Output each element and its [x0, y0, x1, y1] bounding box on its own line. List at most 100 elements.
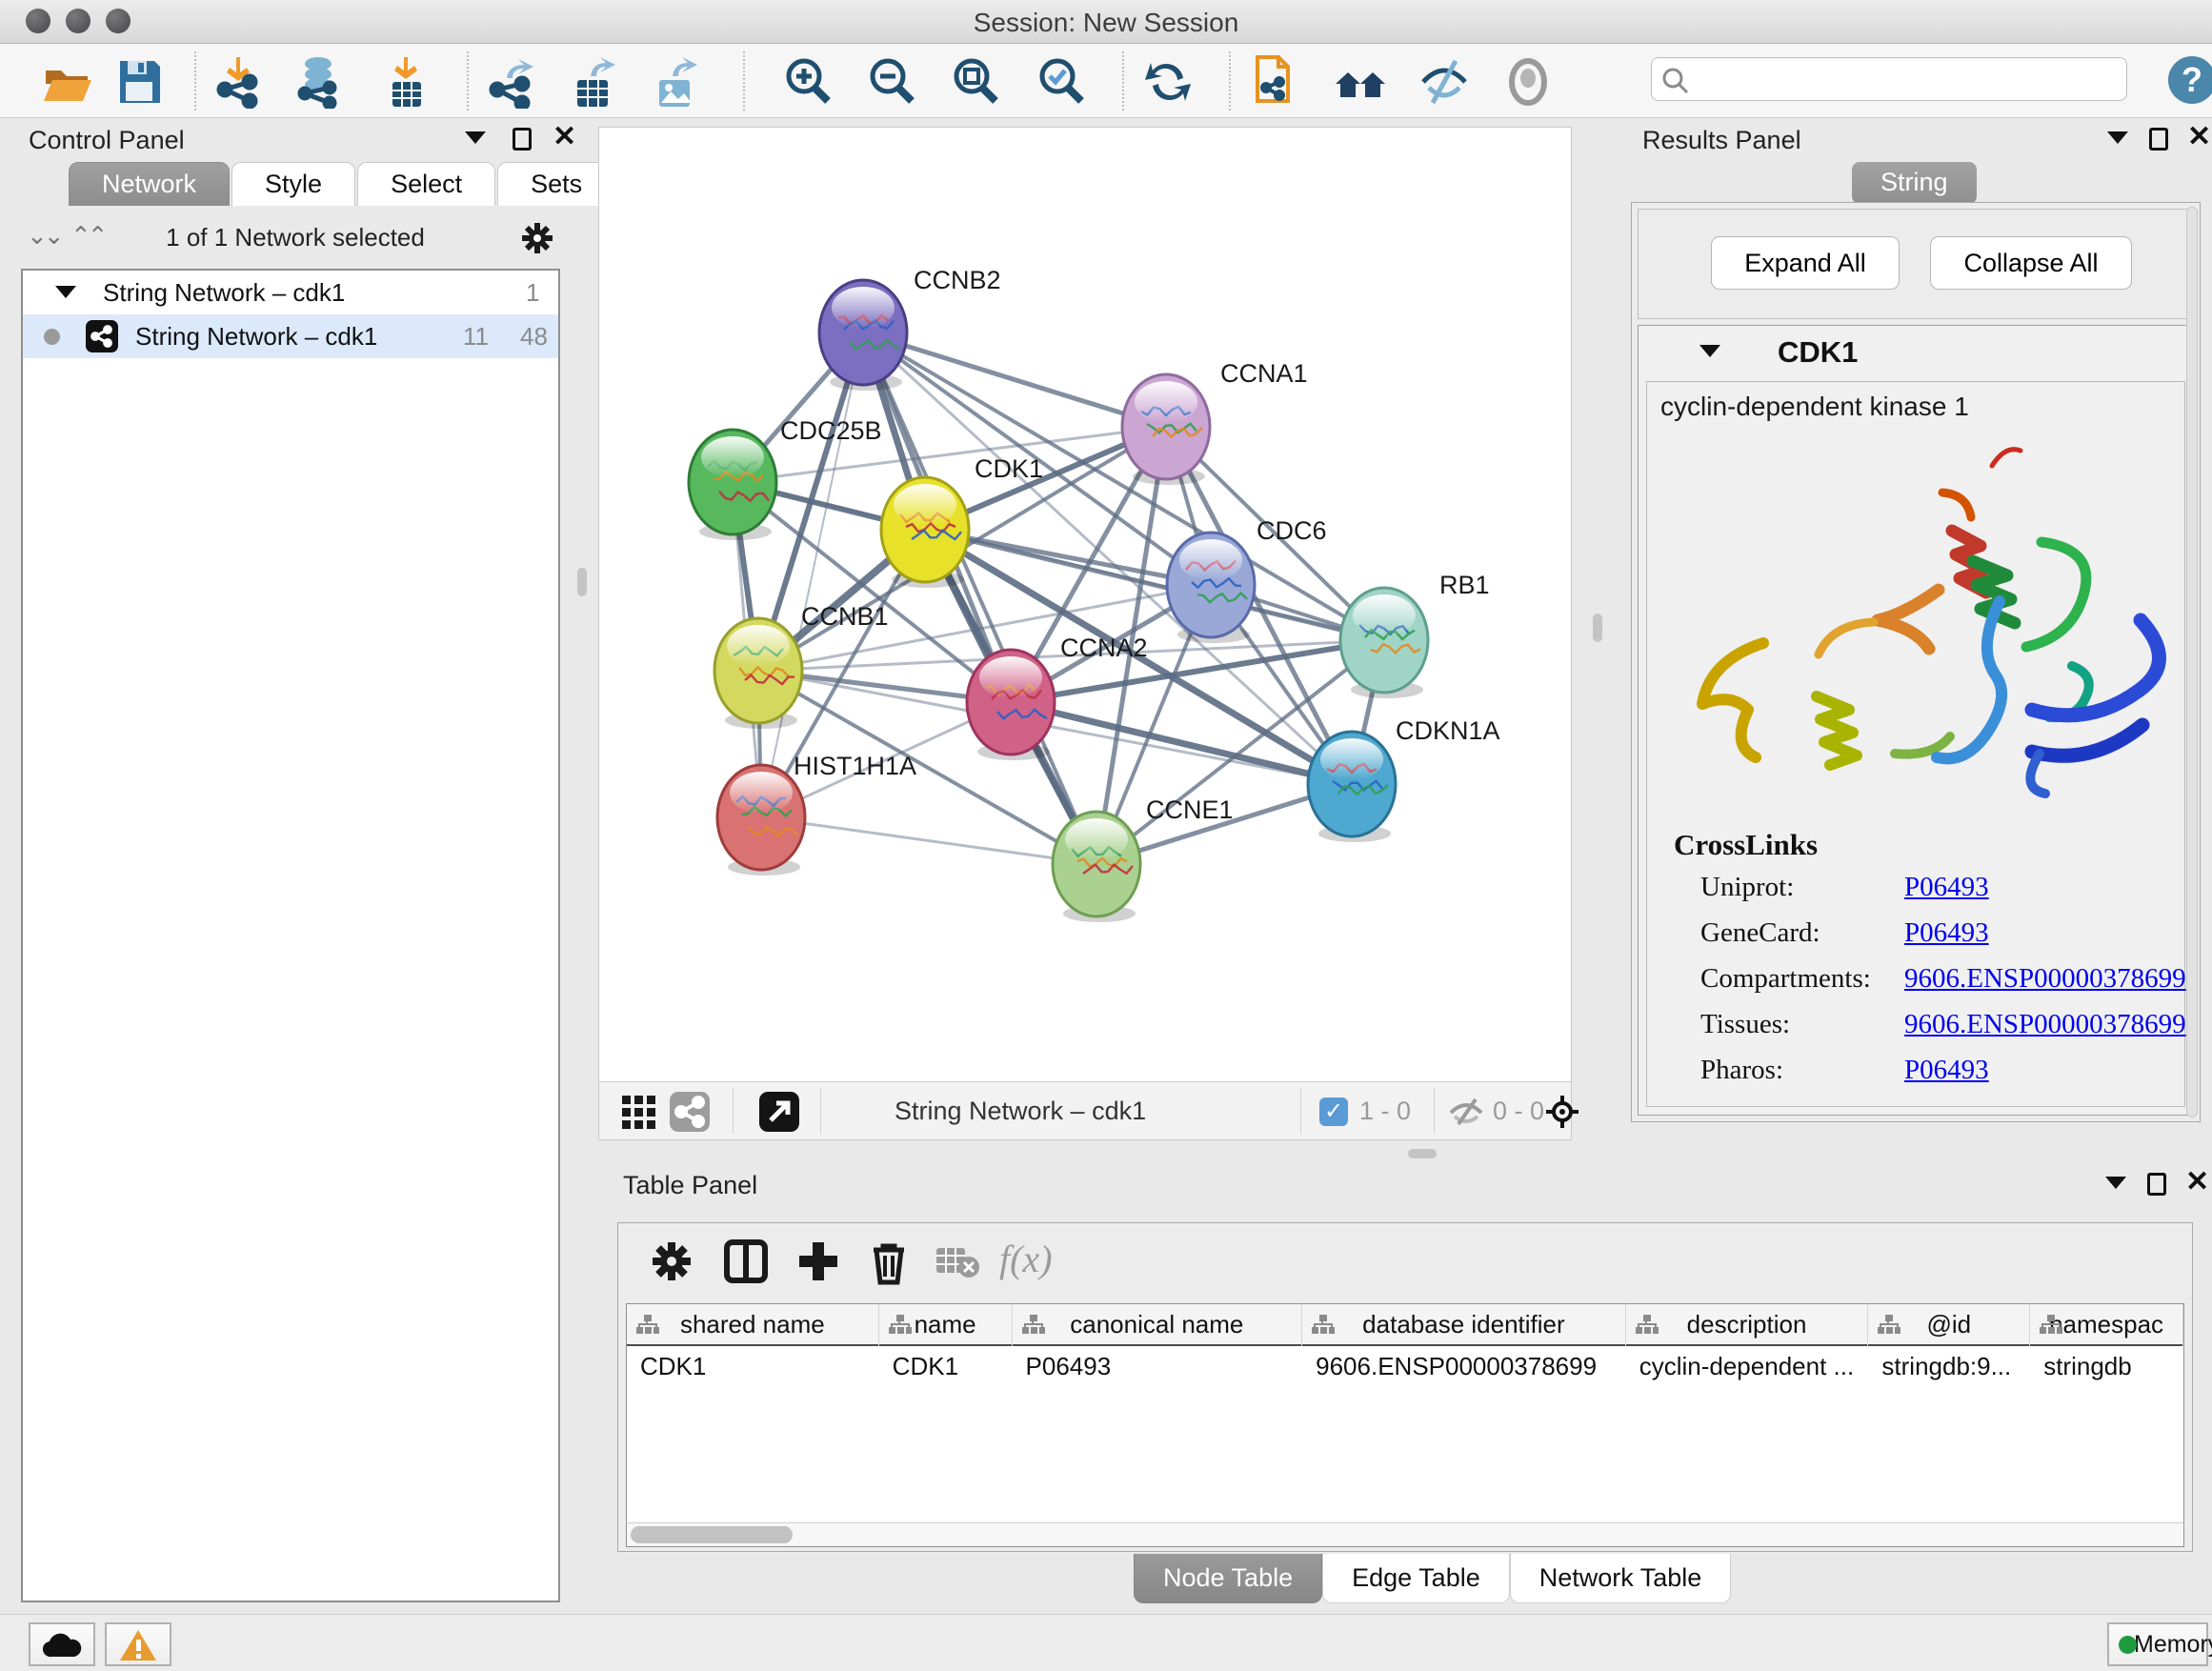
selected-items-checkbox[interactable]: ✓ — [1319, 1097, 1348, 1126]
column-header--id[interactable]: @id — [1868, 1304, 2030, 1346]
network-options-gear-icon[interactable] — [518, 219, 556, 257]
scrollbar-thumb[interactable] — [631, 1526, 793, 1543]
edge-CCNB2-CCNA1[interactable] — [863, 332, 1166, 427]
delete-column-icon[interactable] — [864, 1237, 914, 1286]
grid-view-icon[interactable] — [620, 1094, 658, 1132]
column-header-name[interactable]: name — [879, 1304, 1013, 1346]
column-header-shared-name[interactable]: shared name — [627, 1304, 879, 1346]
table-horizontal-scrollbar[interactable] — [626, 1522, 2184, 1547]
tab-style[interactable]: Style — [231, 162, 355, 206]
node-RB1[interactable] — [1340, 588, 1428, 698]
birds-eye-view-icon[interactable] — [670, 1092, 710, 1132]
refresh-icon[interactable] — [1141, 55, 1195, 109]
table-panel-menu-icon[interactable] — [2105, 1177, 2126, 1189]
export-network-icon[interactable] — [484, 55, 537, 109]
right-splitter-handle[interactable] — [1593, 614, 1602, 642]
tab-node-table[interactable]: Node Table — [1134, 1554, 1322, 1603]
node-CCNB2[interactable] — [819, 280, 907, 391]
crosslink-value-link[interactable]: P06493 — [1904, 872, 1989, 903]
tab-select[interactable]: Select — [357, 162, 495, 206]
tab-network-table[interactable]: Network Table — [1510, 1554, 1732, 1603]
crosslink-value-link[interactable]: 9606.ENSP00000378699 — [1904, 1009, 2186, 1040]
node-CCNE1[interactable] — [1053, 812, 1140, 922]
table-cell[interactable]: stringdb — [2030, 1346, 2183, 1388]
expand-all-networks-icon[interactable]: ⌄⌄ — [27, 221, 61, 251]
node-CDK1[interactable] — [881, 477, 969, 588]
crosslink-value-link[interactable]: 9606.ENSP00000378699 — [1904, 963, 2186, 995]
table-row[interactable]: CDK1CDK1P064939606.ENSP00000378699cyclin… — [627, 1346, 2183, 1388]
results-panel-close-icon[interactable]: ✕ — [2187, 126, 2211, 149]
zoom-fit-icon[interactable] — [949, 55, 1002, 109]
help-button[interactable]: ? — [2168, 56, 2212, 104]
table-cell[interactable]: 9606.ENSP00000378699 — [1302, 1346, 1626, 1388]
tab-network[interactable]: Network — [69, 162, 230, 206]
table-panel-float-icon[interactable] — [2147, 1173, 2166, 1196]
memory-button[interactable]: Memory — [2107, 1622, 2208, 1666]
share-document-icon[interactable] — [1248, 55, 1301, 109]
control-panel-float-icon[interactable] — [513, 128, 532, 151]
collapse-all-button[interactable]: Collapse All — [1930, 236, 2132, 290]
function-builder-icon: f(x) — [999, 1237, 1053, 1281]
collapse-all-networks-icon[interactable]: ⌃⌃ — [70, 221, 105, 251]
table-options-gear-icon[interactable] — [647, 1237, 696, 1286]
zoom-in-icon[interactable] — [781, 55, 835, 109]
results-scrollbar[interactable] — [2186, 207, 2198, 1117]
show-all-icon[interactable] — [1501, 55, 1555, 109]
show-columns-icon[interactable] — [721, 1237, 771, 1286]
column-header-description[interactable]: description — [1626, 1304, 1869, 1346]
table-cell[interactable]: P06493 — [1013, 1346, 1303, 1388]
network-collection-row[interactable]: String Network – cdk1 1 — [23, 271, 558, 314]
export-image-icon[interactable] — [648, 55, 701, 109]
collection-expand-icon[interactable] — [55, 286, 76, 298]
left-splitter-handle[interactable] — [577, 568, 587, 596]
expand-all-button[interactable]: Expand All — [1711, 236, 1900, 290]
edge-CCNB2-CCNE1[interactable] — [863, 332, 1096, 864]
import-network-database-icon[interactable] — [292, 55, 345, 109]
crosslink-value-link[interactable]: P06493 — [1904, 917, 1989, 949]
table-cell[interactable]: CDK1 — [879, 1346, 1013, 1388]
column-header-namespac[interactable]: namespac — [2030, 1304, 2183, 1346]
hide-selected-icon[interactable] — [1418, 55, 1471, 109]
column-header-database-identifier[interactable]: database identifier — [1302, 1304, 1626, 1346]
table-cell[interactable]: stringdb:9... — [1868, 1346, 2030, 1388]
open-in-window-icon[interactable] — [759, 1092, 799, 1132]
table-panel-close-icon[interactable]: ✕ — [2185, 1171, 2209, 1194]
control-panel-close-icon[interactable]: ✕ — [553, 126, 576, 149]
network-canvas[interactable]: CCNB2CCNA1CDC25BCDK1CDC6RB1CCNB1CCNA2CDK… — [599, 128, 1571, 1080]
edge-HIST1H1A-CCNE1[interactable] — [761, 817, 1096, 864]
node-CCNA2[interactable] — [967, 650, 1055, 760]
cloud-button[interactable] — [29, 1622, 95, 1666]
node-result-collapse-icon[interactable] — [1699, 345, 1720, 357]
results-panel-menu-icon[interactable] — [2107, 131, 2128, 144]
warnings-button[interactable] — [105, 1622, 171, 1666]
results-panel-float-icon[interactable] — [2149, 128, 2168, 151]
node-CCNA1[interactable] — [1122, 374, 1210, 485]
tab-string[interactable]: String — [1852, 162, 1977, 204]
open-session-icon[interactable] — [40, 55, 93, 109]
import-network-file-icon[interactable] — [211, 55, 265, 109]
bottom-splitter-handle[interactable] — [1408, 1149, 1437, 1158]
export-table-icon[interactable] — [566, 55, 619, 109]
table-cell[interactable]: CDK1 — [627, 1346, 879, 1388]
column-header-canonical-name[interactable]: canonical name — [1013, 1304, 1303, 1346]
control-panel-menu-icon[interactable] — [465, 131, 486, 144]
node-result-header[interactable]: CDK1 — [1639, 326, 2193, 379]
zoom-out-icon[interactable] — [865, 55, 918, 109]
node-CDKN1A[interactable] — [1308, 732, 1396, 842]
zoom-selected-icon[interactable] — [1035, 55, 1088, 109]
network-row[interactable]: String Network – cdk1 11 48 — [23, 314, 558, 358]
node-CCNB1[interactable] — [714, 618, 802, 729]
tab-edge-table[interactable]: Edge Table — [1322, 1554, 1510, 1603]
crosslink-value-link[interactable]: P06493 — [1904, 1055, 1989, 1086]
node-HIST1H1A[interactable] — [717, 765, 805, 876]
node-table[interactable]: shared namenamecanonical namedatabase id… — [626, 1303, 2184, 1522]
add-column-icon[interactable] — [794, 1237, 843, 1286]
save-session-icon[interactable] — [112, 55, 166, 109]
import-table-file-icon[interactable] — [379, 55, 432, 109]
search-field[interactable] — [1651, 57, 2127, 101]
search-input[interactable] — [1696, 62, 2115, 96]
homes-icon[interactable] — [1334, 55, 1387, 109]
node-CDC25B[interactable] — [689, 430, 776, 540]
table-cell[interactable]: cyclin-dependent ... — [1626, 1346, 1869, 1388]
fit-content-crosshair-icon[interactable] — [1544, 1094, 1580, 1130]
